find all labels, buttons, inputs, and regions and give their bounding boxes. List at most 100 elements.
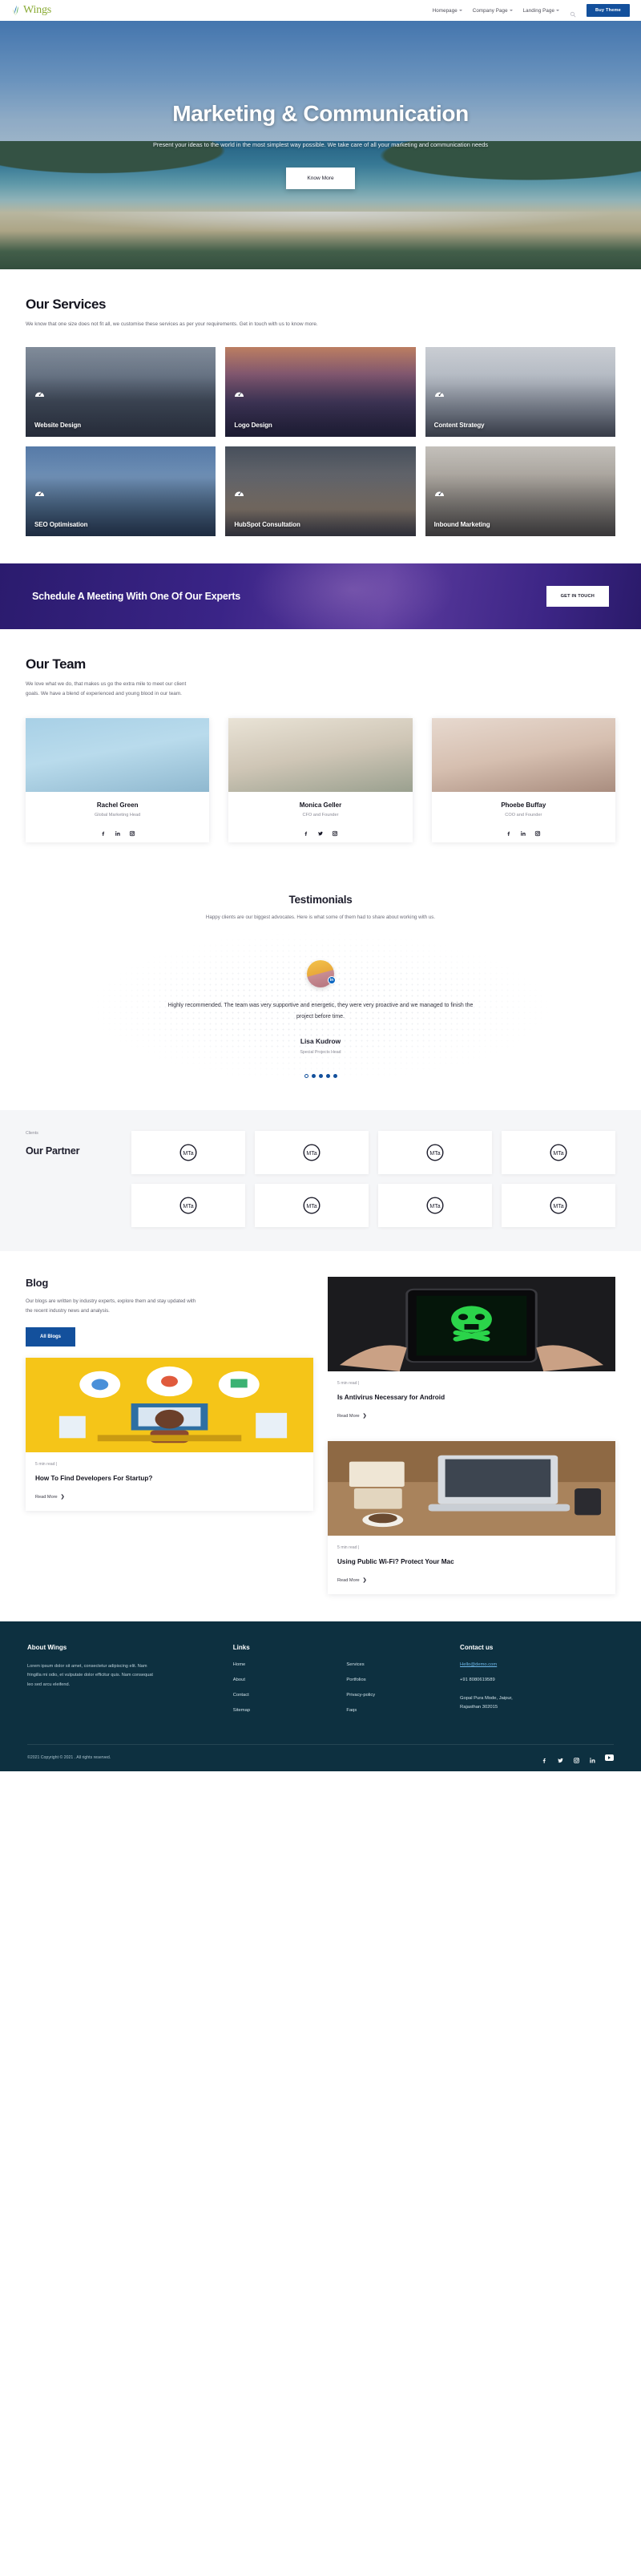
read-more-link[interactable]: Read More ❯ — [337, 1413, 606, 1419]
blog-title: Blog — [26, 1277, 49, 1290]
facebook-icon[interactable] — [506, 826, 512, 836]
get-in-touch-button[interactable]: GET IN TOUCH — [546, 585, 609, 607]
service-card-seo-optimisation[interactable]: SEO Optimisation — [26, 446, 216, 536]
read-more-label: Read More — [337, 1577, 360, 1583]
footer-link-contact[interactable]: Contact — [233, 1693, 339, 1698]
svg-text:MTa: MTa — [306, 1151, 316, 1157]
instagram-icon[interactable] — [129, 826, 135, 836]
instagram-icon[interactable] — [534, 826, 541, 836]
footer-contact-column: Contact us Hello@demo.com +91 8080619589… — [460, 1644, 614, 1723]
nav-item-homepage[interactable]: Homepage — [433, 8, 462, 14]
team-grid: Rachel Green Global Marketing Head Monic… — [26, 717, 615, 842]
site-header: Wings Homepage Company Page Landing Page… — [0, 0, 641, 21]
linkedin-icon[interactable] — [520, 826, 526, 836]
footer-link-faqs[interactable]: Faqs — [346, 1708, 452, 1713]
partner-logo-card[interactable]: MTa — [131, 1184, 245, 1228]
footer-link-privacy-policy[interactable]: Privacy-policy — [346, 1693, 452, 1698]
nav-item-landing-page[interactable]: Landing Page — [522, 7, 560, 14]
facebook-icon[interactable] — [100, 826, 107, 836]
facebook-icon[interactable] — [541, 1754, 548, 1763]
carousel-dot-active[interactable] — [304, 1074, 308, 1079]
service-card-content-strategy[interactable]: Content Strategy — [425, 346, 615, 437]
logo[interactable]: Wings — [11, 4, 51, 17]
carousel-dot[interactable] — [325, 1074, 330, 1079]
services-title: Our Services — [26, 297, 107, 312]
buy-theme-button[interactable]: Buy Theme — [587, 4, 630, 17]
footer-links-column-1: Links Home About Contact Sitemap — [233, 1644, 339, 1723]
linkedin-icon[interactable] — [115, 826, 121, 836]
team-member-role: COO and Founder — [505, 812, 542, 818]
testimonials-title: Testimonials — [288, 893, 353, 906]
footer-link-services[interactable]: Services — [346, 1662, 452, 1667]
cta-banner: Schedule A Meeting With One Of Our Exper… — [0, 563, 641, 629]
blog-section: Blog Our blogs are written by industry e… — [0, 1251, 641, 1621]
testimonial-author-name: Lisa Kudrow — [300, 1037, 341, 1046]
service-card-hubspot-consultation[interactable]: HubSpot Consultation — [225, 446, 416, 536]
blog-post-title: Is Antivirus Necessary for Android — [337, 1394, 445, 1402]
main-nav: Homepage Company Page Landing Page Buy T… — [433, 4, 630, 18]
svg-text:MTa: MTa — [553, 1204, 563, 1209]
linkedin-badge-icon: in — [328, 975, 336, 984]
footer-link-about[interactable]: About — [233, 1678, 339, 1682]
service-card-website-design[interactable]: Website Design — [26, 346, 216, 437]
service-label: Content Strategy — [433, 421, 485, 429]
chevron-down-icon — [458, 10, 462, 11]
all-blogs-button[interactable]: All Blogs — [26, 1327, 76, 1347]
blog-card-find-developers[interactable]: 5 min read | How To Find Developers For … — [26, 1358, 313, 1512]
partner-logo-icon: MTa — [300, 1141, 323, 1164]
instagram-icon[interactable] — [332, 826, 338, 836]
blog-meta: 5 min read | — [337, 1381, 360, 1387]
partner-logo-icon: MTa — [547, 1194, 570, 1217]
svg-text:MTa: MTa — [429, 1204, 440, 1209]
chevron-down-icon — [509, 10, 513, 11]
partner-logo-card[interactable]: MTa — [255, 1131, 369, 1175]
team-social-links — [432, 826, 615, 836]
service-card-logo-design[interactable]: Logo Design — [225, 346, 416, 437]
footer-link-home[interactable]: Home — [233, 1662, 339, 1667]
partner-logo-icon: MTa — [177, 1141, 200, 1164]
partner-logo-card[interactable]: MTa — [378, 1131, 492, 1175]
partner-logo-card[interactable]: MTa — [255, 1184, 369, 1228]
chevron-down-icon — [556, 10, 560, 11]
partners-section: Clients Our Partner MTa MTa MTa MTa MTa … — [0, 1110, 641, 1252]
partners-grid: MTa MTa MTa MTa MTa MTa MTa MTa — [131, 1131, 615, 1228]
partner-logo-card[interactable]: MTa — [131, 1131, 245, 1175]
linkedin-icon[interactable] — [589, 1754, 596, 1763]
carousel-dot[interactable] — [318, 1074, 323, 1079]
search-icon[interactable] — [570, 7, 576, 18]
partner-logo-card[interactable]: MTa — [502, 1184, 615, 1228]
services-grid: Website Design Logo Design Content Strat… — [26, 346, 615, 536]
twitter-icon[interactable] — [317, 826, 324, 835]
footer-link-sitemap[interactable]: Sitemap — [233, 1708, 339, 1713]
services-section: Our Services We know that one size does … — [0, 269, 641, 563]
team-member-role: Global Marketing Head — [95, 812, 141, 818]
partners-eyebrow: Clients — [26, 1131, 38, 1137]
instagram-icon[interactable] — [573, 1754, 580, 1763]
youtube-icon[interactable] — [605, 1754, 614, 1761]
nav-item-company-page[interactable]: Company Page — [473, 8, 513, 14]
read-more-link[interactable]: Read More ❯ — [35, 1494, 304, 1500]
service-card-inbound-marketing[interactable]: Inbound Marketing — [425, 446, 615, 536]
team-member-name: Phoebe Buffay — [501, 801, 546, 809]
blog-card-public-wifi[interactable]: 5 min read | Using Public Wi-Fi? Protect… — [328, 1441, 615, 1594]
nav-label: Landing Page — [522, 7, 555, 14]
partner-logo-card[interactable]: MTa — [502, 1131, 615, 1175]
twitter-icon[interactable] — [557, 1754, 564, 1763]
nav-label: Company Page — [472, 7, 508, 14]
wings-leaf-icon — [11, 5, 22, 17]
services-subtitle: We know that one size does not fit all, … — [26, 321, 318, 327]
gauge-icon — [434, 389, 445, 399]
facebook-icon[interactable] — [303, 826, 309, 836]
carousel-dot[interactable] — [333, 1074, 337, 1079]
carousel-dot[interactable] — [311, 1074, 316, 1079]
footer-link-portfolios[interactable]: Portfolios — [346, 1678, 452, 1682]
footer-about-text: Lorem ipsum dolor sit amet, consectetur … — [27, 1664, 153, 1687]
blog-card-antivirus[interactable]: 5 min read | Is Antivirus Necessary for … — [328, 1277, 615, 1431]
service-label: Inbound Marketing — [433, 520, 490, 528]
team-member-name: Rachel Green — [96, 801, 139, 809]
read-more-link[interactable]: Read More ❯ — [337, 1577, 606, 1584]
footer-email-link[interactable]: Hello@demo.com — [460, 1662, 614, 1667]
partner-logo-card[interactable]: MTa — [378, 1184, 492, 1228]
know-more-button[interactable]: Know More — [286, 168, 355, 190]
testimonial-quote: Highly recommended. The team was very su… — [167, 1002, 474, 1019]
